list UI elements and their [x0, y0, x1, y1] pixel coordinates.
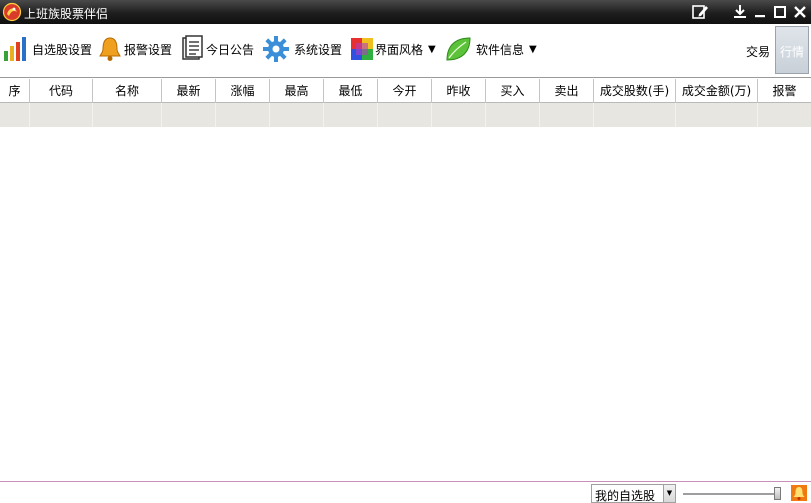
column-header-volume[interactable]: 成交股数(手) — [594, 79, 676, 103]
software-info-button[interactable]: 软件信息 ▼ — [444, 34, 537, 64]
table-header-row: 序 代码 名称 最新 涨幅 最高 最低 今开 昨收 买入 卖出 成交股数(手) … — [0, 79, 811, 103]
toolbar: 自选股设置 报警设置 今日公告 系统设置 界面风格 ▼ 软件信息 ▼ 交易 行情 — [0, 24, 811, 78]
table-cell — [758, 103, 811, 127]
minimize-icon[interactable] — [751, 3, 769, 21]
watchlist-settings-label: 自选股设置 — [32, 42, 93, 57]
table-cell — [378, 103, 432, 127]
table-cell — [93, 103, 162, 127]
column-header-latest[interactable]: 最新 — [162, 79, 216, 103]
column-header-bid[interactable]: 买入 — [486, 79, 540, 103]
software-info-chevron-down-icon[interactable]: ▼ — [529, 44, 537, 55]
theme-style-label: 界面风格 — [375, 42, 424, 57]
table-cell — [216, 103, 270, 127]
quote-tab[interactable]: 行情 — [775, 26, 809, 74]
watchlist-settings-button[interactable]: 自选股设置 — [2, 34, 92, 64]
table-cell — [270, 103, 324, 127]
trade-tab[interactable]: 交易 — [746, 43, 770, 60]
document-icon — [182, 35, 203, 60]
alarm-settings-label: 报警设置 — [124, 42, 173, 57]
table-row[interactable] — [0, 103, 811, 127]
column-header-open[interactable]: 今开 — [378, 79, 432, 103]
bar-chart-icon — [4, 37, 26, 61]
close-icon[interactable] — [791, 3, 809, 21]
stock-table: 序 代码 名称 最新 涨幅 最高 最低 今开 昨收 买入 卖出 成交股数(手) … — [0, 79, 811, 127]
column-header-prev-close[interactable]: 昨收 — [432, 79, 486, 103]
alarm-status-icon[interactable] — [791, 485, 807, 501]
table-cell — [486, 103, 540, 127]
table-cell — [432, 103, 486, 127]
bell-icon — [99, 37, 121, 61]
software-info-label: 软件信息 — [476, 42, 525, 57]
column-header-ask[interactable]: 卖出 — [540, 79, 594, 103]
title-bar: 上班族股票伴侣 — [0, 0, 811, 24]
system-settings-label: 系统设置 — [294, 42, 343, 57]
table-cell — [324, 103, 378, 127]
alarm-settings-button[interactable]: 报警设置 — [98, 34, 172, 64]
column-header-index[interactable]: 序 — [0, 79, 30, 103]
watchlist-group-value: 我的自选股 — [595, 489, 656, 503]
theme-style-chevron-down-icon[interactable]: ▼ — [428, 44, 436, 55]
table-cell — [0, 103, 30, 127]
system-settings-button[interactable]: 系统设置 — [262, 34, 342, 64]
maximize-icon[interactable] — [771, 3, 789, 21]
palette-icon — [351, 38, 373, 60]
column-header-low[interactable]: 最低 — [324, 79, 378, 103]
edit-icon[interactable] — [691, 3, 709, 21]
column-header-high[interactable]: 最高 — [270, 79, 324, 103]
leaf-icon — [446, 37, 471, 61]
column-header-name[interactable]: 名称 — [93, 79, 162, 103]
gear-icon — [263, 36, 289, 62]
column-header-change-pct[interactable]: 涨幅 — [216, 79, 270, 103]
table-cell — [594, 103, 676, 127]
column-header-alarm[interactable]: 报警 — [758, 79, 811, 103]
window-title: 上班族股票伴侣 — [24, 7, 109, 21]
opacity-slider-track[interactable] — [683, 493, 781, 495]
status-bar: 我的自选股 ▼ — [0, 481, 811, 503]
column-header-code[interactable]: 代码 — [30, 79, 93, 103]
table-cell — [162, 103, 216, 127]
app-logo-icon — [2, 2, 22, 22]
table-cell — [30, 103, 93, 127]
column-header-amount[interactable]: 成交金额(万) — [676, 79, 758, 103]
pin-icon[interactable] — [731, 3, 749, 21]
chevron-down-icon[interactable]: ▼ — [663, 485, 675, 502]
table-cell — [540, 103, 594, 127]
table-cell — [676, 103, 758, 127]
today-announcement-button[interactable]: 今日公告 — [180, 34, 254, 64]
today-announcement-label: 今日公告 — [206, 42, 255, 57]
opacity-slider-handle[interactable] — [774, 487, 781, 500]
theme-style-button[interactable]: 界面风格 ▼ — [351, 34, 436, 64]
watchlist-group-select[interactable]: 我的自选股 ▼ — [591, 484, 676, 503]
